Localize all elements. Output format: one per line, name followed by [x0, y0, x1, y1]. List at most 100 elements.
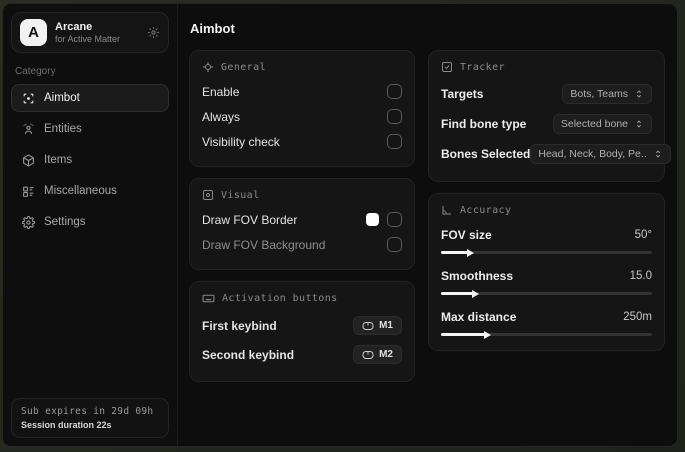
dropdown-value: Selected bone: [560, 118, 628, 130]
subscription-card: Sub expires in 29d 09h Session duration …: [11, 398, 169, 438]
keybind-row: First keybind M1: [202, 311, 402, 340]
activation-header: Activation buttons: [222, 293, 338, 304]
sidebar-item-miscellaneous[interactable]: Miscellaneous: [11, 177, 169, 205]
sidebar-item-label: Settings: [44, 216, 86, 228]
chevron-up-down-icon: [636, 90, 642, 98]
accuracy-header: Accuracy: [460, 204, 512, 216]
sidebar-item-aimbot[interactable]: Aimbot: [11, 84, 169, 112]
slider-thumb[interactable]: [467, 248, 475, 257]
dropdown-label: Targets: [441, 87, 484, 101]
chevron-up-down-icon: [636, 120, 642, 128]
slider-row: Smoothness 15.0: [441, 263, 652, 304]
tracker-scan-icon: [442, 62, 452, 72]
setting-row: Enable: [202, 79, 402, 104]
sidebar-item-items[interactable]: Items: [11, 146, 169, 174]
slider-thumb[interactable]: [484, 330, 492, 339]
cheat-menu-window: A Arcane for Active Matter Category Aimb…: [2, 3, 678, 447]
sidebar: A Arcane for Active Matter Category Aimb…: [3, 4, 178, 446]
game-background: A Arcane for Active Matter Category Aimb…: [0, 0, 685, 452]
keybind-row: Second keybind M2: [202, 340, 402, 369]
dropdown-value: Head, Neck, Body, Pe..: [538, 148, 647, 160]
general-header: General: [221, 61, 266, 73]
slider-label: Max distance: [441, 310, 517, 324]
brand-card: A Arcane for Active Matter: [11, 12, 169, 53]
slider-row: Max distance 250m: [441, 304, 652, 339]
session-duration-text: Session duration 22s: [21, 420, 112, 430]
sidebar-item-entities[interactable]: Entities: [11, 115, 169, 143]
dropdown-row: Targets Bots, Teams: [441, 79, 652, 109]
dropdown-row: Find bone type Selected bone: [441, 109, 652, 139]
brand-subtitle: for Active Matter: [55, 33, 121, 44]
visual-eye-icon: [203, 190, 213, 200]
angle-ruler-icon: [442, 206, 451, 215]
gear-icon[interactable]: [147, 26, 160, 39]
keybind-value: M2: [379, 349, 393, 360]
keybind-value: M1: [379, 320, 393, 331]
setting-label: Always: [202, 109, 241, 124]
chevron-up-down-icon: [655, 150, 660, 158]
slider-value: 50°: [634, 229, 652, 241]
category-label: Category: [15, 66, 56, 77]
keybind-label: Second keybind: [202, 347, 295, 362]
keyboard-icon: [202, 294, 215, 303]
dropdown-row: Bones Selected Head, Neck, Body, Pe..: [441, 139, 671, 169]
setting-label: Draw FOV Background: [202, 237, 326, 252]
sidebar-item-label: Items: [44, 154, 73, 166]
accuracy-card: Accuracy FOV size 50° Smoothness 15.0 Ma…: [428, 193, 665, 351]
fov-border-color-swatch[interactable]: [366, 213, 379, 226]
mouse-icon: [362, 350, 374, 359]
find-bone-type-dropdown[interactable]: Selected bone: [552, 114, 652, 134]
cube-icon: [21, 153, 35, 167]
right-column: Tracker Targets Bots, Teams Find bone ty…: [428, 50, 671, 351]
slider-value: 250m: [623, 311, 652, 323]
slider-value: 15.0: [629, 270, 652, 282]
settings-gear-icon: [21, 215, 35, 229]
slider-row: FOV size 50°: [441, 222, 652, 263]
sidebar-item-label: Aimbot: [44, 92, 80, 104]
sidebar-item-settings[interactable]: Settings: [11, 208, 169, 236]
visibility-check-checkbox[interactable]: [387, 134, 402, 149]
mouse-icon: [362, 321, 374, 330]
second-keybind-button[interactable]: M2: [353, 345, 402, 364]
dropdown-label: Bones Selected: [441, 147, 531, 161]
slider-label: Smoothness: [441, 269, 514, 283]
crosshair-scan-icon: [21, 91, 35, 105]
brand-logo: A: [20, 19, 47, 46]
general-crosshair-icon: [203, 62, 213, 72]
page-title: Aimbot: [190, 21, 235, 36]
smoothness-slider[interactable]: [441, 289, 652, 298]
sidebar-item-label: Entities: [44, 123, 82, 135]
setting-label: Enable: [202, 84, 240, 99]
max-distance-slider[interactable]: [441, 330, 652, 339]
keybind-label: First keybind: [202, 318, 277, 333]
tracker-card: Tracker Targets Bots, Teams Find bone ty…: [428, 50, 671, 182]
setting-row: Always: [202, 104, 402, 129]
layout-list-icon: [21, 184, 35, 198]
sidebar-nav: Aimbot Entities Items Miscellaneous Sett…: [11, 84, 169, 236]
setting-row: Draw FOV Background: [202, 232, 402, 257]
visual-card: Visual Draw FOV Border Draw FOV Backgrou…: [189, 178, 415, 270]
sidebar-item-label: Miscellaneous: [44, 185, 117, 197]
dropdown-label: Find bone type: [441, 117, 527, 131]
left-column: General Enable Always Visibility check V…: [189, 50, 415, 382]
slider-thumb[interactable]: [471, 289, 479, 298]
setting-row: Visibility check: [202, 129, 402, 154]
always-checkbox[interactable]: [387, 109, 402, 124]
sub-expiry-text: Sub expires in 29d 09h: [21, 406, 154, 417]
setting-label: Visibility check: [202, 134, 280, 149]
targets-dropdown[interactable]: Bots, Teams: [562, 84, 652, 104]
bones-selected-dropdown[interactable]: Head, Neck, Body, Pe..: [530, 144, 671, 164]
first-keybind-button[interactable]: M1: [353, 316, 402, 335]
entities-icon: [21, 122, 35, 136]
main-content: Aimbot General Enable Always Visibility …: [178, 4, 677, 446]
tracker-header: Tracker: [460, 61, 505, 73]
slider-label: FOV size: [441, 228, 492, 242]
visual-header: Visual: [221, 189, 260, 201]
fov-size-slider[interactable]: [441, 248, 652, 257]
general-card: General Enable Always Visibility check: [189, 50, 415, 167]
draw-fov-background-checkbox[interactable]: [387, 237, 402, 252]
setting-row: Draw FOV Border: [202, 207, 402, 232]
enable-checkbox[interactable]: [387, 84, 402, 99]
draw-fov-border-checkbox[interactable]: [387, 212, 402, 227]
dropdown-value: Bots, Teams: [570, 88, 628, 100]
